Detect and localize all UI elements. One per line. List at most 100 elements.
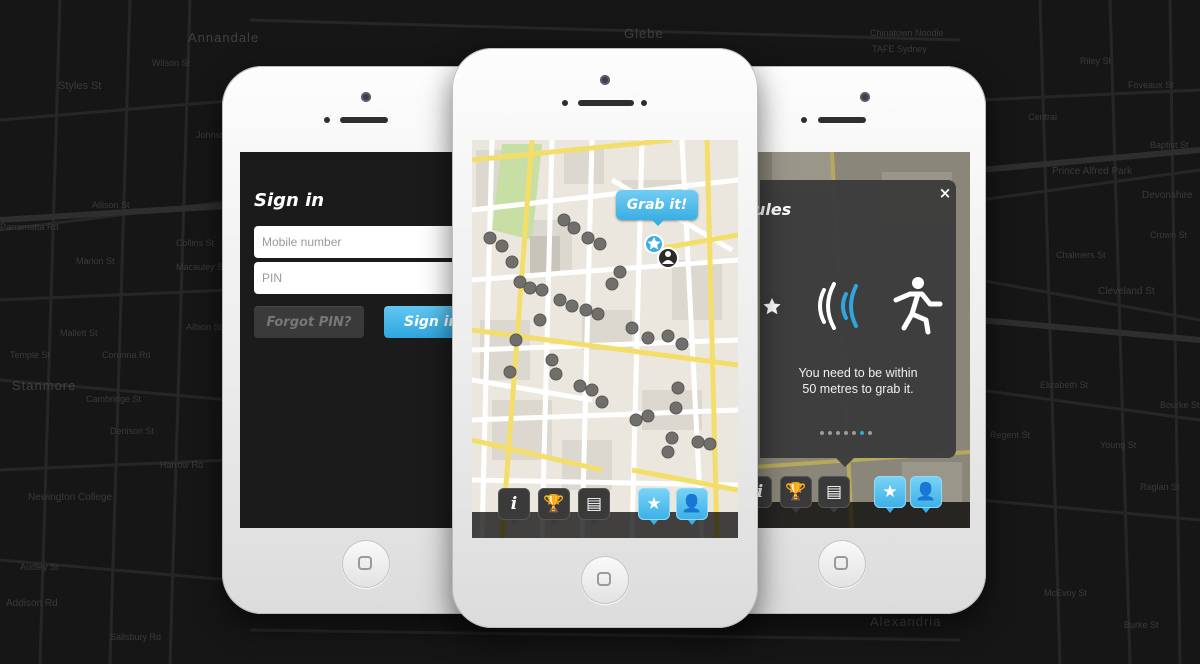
map-label-harrow: Harrow Rd xyxy=(160,460,204,470)
map-label-mallett: Mallett St xyxy=(60,328,98,338)
page-dot[interactable] xyxy=(844,431,848,435)
camera xyxy=(860,92,870,102)
map-label-marion: Marion St xyxy=(76,256,115,266)
map-label-foveaux: Foveaux St xyxy=(1128,80,1174,90)
rules-text-line1: You need to be within xyxy=(798,366,918,380)
leaderboard-button[interactable]: 🏆 xyxy=(780,476,812,513)
page-dot-active[interactable] xyxy=(860,431,864,435)
rules-dialog: ules × You need to be within 50 metres t… xyxy=(754,180,956,467)
star-button[interactable]: ★ xyxy=(874,476,906,513)
map-label-mcevoy: McEvoy St xyxy=(1044,588,1088,598)
list-button[interactable]: ▤ xyxy=(578,488,610,525)
map-label-styles-st: Styles St xyxy=(58,80,102,92)
home-button[interactable] xyxy=(581,556,629,604)
map-label-young: Young St xyxy=(1100,440,1137,450)
map-label-allison: Allison St xyxy=(92,200,130,210)
sensor-dot xyxy=(801,117,807,123)
map-label-stanmore: Stanmore xyxy=(12,378,77,393)
list-icon: ▤ xyxy=(825,482,843,502)
rules-description: You need to be within 50 metres to grab … xyxy=(760,365,956,397)
walking-person-icon xyxy=(893,277,943,335)
proximity-illustration xyxy=(760,277,943,335)
rules-title: ules xyxy=(754,200,792,219)
home-square-icon xyxy=(597,572,611,586)
map-label-addison: Addison Rd xyxy=(6,598,58,609)
mobile-number-input[interactable] xyxy=(254,226,474,258)
pin-input[interactable] xyxy=(254,262,474,294)
map-label-chalmers: Chalmers St xyxy=(1056,250,1106,260)
page-dot[interactable] xyxy=(852,431,856,435)
trophy-icon: 🏆 xyxy=(543,494,565,514)
target-star-marker xyxy=(644,234,664,254)
profile-button[interactable]: 👤 xyxy=(676,488,708,525)
map-label-cleveland: Cleveland St xyxy=(1098,286,1155,297)
promo-canvas: Annandale Glebe Chinatown Noodle TAFE Sy… xyxy=(0,0,1200,664)
map-screen: Grab it! i 🏆 ▤ ★ 👤 xyxy=(472,140,738,538)
map-label-chinatown: Chinatown Noodle xyxy=(870,28,944,38)
leaderboard-button[interactable]: 🏆 xyxy=(538,488,570,525)
page-dot[interactable] xyxy=(836,431,840,435)
rules-text-line2: 50 metres to grab it. xyxy=(802,382,914,396)
list-button[interactable]: ▤ xyxy=(818,476,850,513)
sensor-dot xyxy=(562,100,568,106)
sensor-dot xyxy=(641,100,647,106)
star-icon: ★ xyxy=(882,482,898,502)
profile-button[interactable]: 👤 xyxy=(910,476,942,513)
map-label-albion: Albion St xyxy=(186,322,223,332)
map-label-alexandria: Alexandria xyxy=(870,614,942,629)
star-icon: ★ xyxy=(646,494,662,514)
speaker-grill xyxy=(578,100,634,106)
list-icon: ▤ xyxy=(585,494,603,514)
page-dot[interactable] xyxy=(820,431,824,435)
map-label-cambridge: Cambridge St xyxy=(86,394,142,404)
home-button[interactable] xyxy=(342,540,390,588)
map-label-temple: Temple St xyxy=(10,350,51,360)
home-button[interactable] xyxy=(818,540,866,588)
map-label-tafe: TAFE Sydney xyxy=(872,44,927,54)
star-button[interactable]: ★ xyxy=(638,488,670,525)
map-label-salisbury: Salisbury Rd xyxy=(110,632,162,642)
map-label-prince-alfred: Prince Alfred Park xyxy=(1052,166,1133,177)
home-square-icon xyxy=(358,556,372,570)
map-label-audley: Audley St xyxy=(20,562,59,572)
speaker-grill xyxy=(340,117,388,123)
map-label-annandale: Annandale xyxy=(188,30,260,45)
building-block xyxy=(530,236,560,276)
map-label-wilson: Wilson St xyxy=(152,58,191,68)
map-label-parramatta: Parramatta Rd xyxy=(0,222,59,232)
phone-center: Grab it! i 🏆 ▤ ★ 👤 xyxy=(452,48,758,628)
page-dot[interactable] xyxy=(868,431,872,435)
camera xyxy=(600,75,610,85)
map-label-crown: Crown St xyxy=(1150,230,1188,240)
info-icon: i xyxy=(510,494,518,514)
profile-icon: 👤 xyxy=(681,494,703,514)
map-label-central: Central xyxy=(1028,112,1058,122)
map-label-baptist: Baptist St xyxy=(1150,140,1189,150)
home-square-icon xyxy=(834,556,848,570)
map-label-collins: Collins St xyxy=(176,238,215,248)
map-label-raglan: Raglan St xyxy=(1140,482,1180,492)
close-icon[interactable]: × xyxy=(936,184,954,202)
street-map xyxy=(472,140,738,538)
grab-it-button[interactable]: Grab it! xyxy=(616,190,698,226)
map-label-regent: Regent St xyxy=(990,430,1031,440)
signin-title: Sign in xyxy=(254,190,325,211)
profile-icon: 👤 xyxy=(915,482,937,502)
map-label-corunna: Corunna Rd xyxy=(102,350,151,360)
sensor-dot xyxy=(324,117,330,123)
trophy-icon: 🏆 xyxy=(785,482,807,502)
camera xyxy=(361,92,371,102)
map-label-newington: Newington College xyxy=(28,492,112,503)
map-label-macauley: Macauley St xyxy=(176,262,226,272)
map-label-denison: Denison St xyxy=(110,426,155,436)
map-label-riley: Riley St xyxy=(1080,56,1112,66)
map-label-burke: Burke St xyxy=(1124,620,1159,630)
info-button[interactable]: i xyxy=(498,488,530,525)
speaker-grill xyxy=(818,117,866,123)
forgot-pin-button[interactable]: Forgot PIN? xyxy=(254,306,364,338)
map-label-elizabeth: Elizabeth St xyxy=(1040,380,1089,390)
map-label-bourke: Bourke St xyxy=(1160,400,1200,410)
page-dot[interactable] xyxy=(828,431,832,435)
map-label-glebe: Glebe xyxy=(624,26,664,41)
map-label-devonshire: Devonshire xyxy=(1142,190,1193,201)
